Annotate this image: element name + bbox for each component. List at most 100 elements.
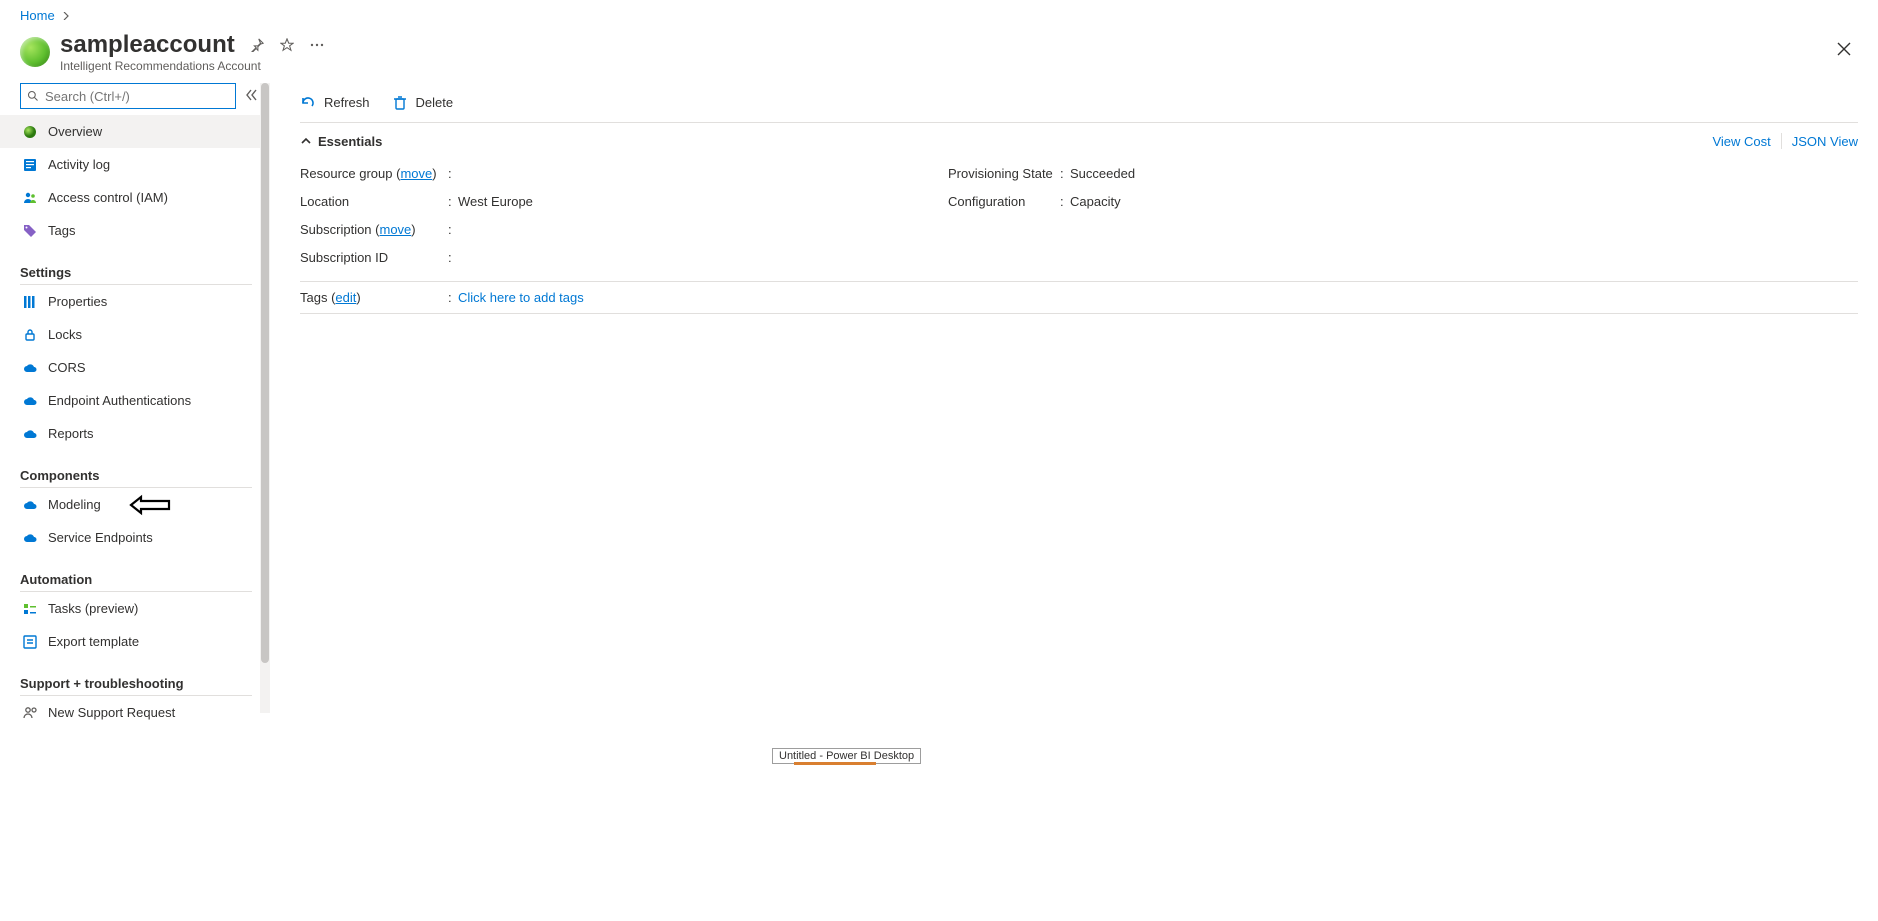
resource-subtitle: Intelligent Recommendations Account xyxy=(60,59,325,73)
add-tags-link[interactable]: Click here to add tags xyxy=(458,290,584,305)
delete-icon xyxy=(392,95,408,111)
sidebar-item-overview[interactable]: Overview xyxy=(0,115,260,148)
sidebar-item-label: Service Endpoints xyxy=(48,530,153,545)
subscription-move-link[interactable]: move xyxy=(380,222,412,237)
close-icon[interactable] xyxy=(1836,41,1854,59)
sidebar-item-label: Properties xyxy=(48,294,107,309)
cloud-icon xyxy=(22,393,38,409)
breadcrumb-separator xyxy=(62,8,70,23)
cloud-icon xyxy=(22,360,38,376)
sidebar-item-new-support-request[interactable]: New Support Request xyxy=(20,696,260,729)
kv-label: Subscription ID xyxy=(300,250,448,265)
breadcrumb: Home xyxy=(0,0,1878,27)
essentials-header: Essentials View Cost JSON View xyxy=(300,123,1858,159)
cloud-icon xyxy=(22,530,38,546)
page-title: sampleaccount xyxy=(60,31,235,59)
sidebar-item-label: Locks xyxy=(48,327,82,342)
sidebar-section-settings: Settings xyxy=(20,255,252,285)
kv-value: Succeeded xyxy=(1070,166,1135,181)
sidebar-item-properties[interactable]: Properties xyxy=(20,285,260,318)
sidebar: Overview Activity log Access control (IA… xyxy=(0,83,260,729)
tags-icon xyxy=(22,223,38,239)
view-cost-link[interactable]: View Cost xyxy=(1712,134,1770,149)
resource-icon xyxy=(20,37,50,67)
kv-subscription: Subscription (move) : xyxy=(300,215,940,243)
command-bar: Refresh Delete xyxy=(300,83,1858,123)
more-icon[interactable] xyxy=(309,37,325,53)
support-icon xyxy=(22,705,38,721)
kv-value: Capacity xyxy=(1070,194,1121,209)
favorite-icon[interactable] xyxy=(279,37,295,53)
export-template-icon xyxy=(22,634,38,650)
resource-group-move-link[interactable]: move xyxy=(400,166,432,181)
kv-tags: Tags (edit) : Click here to add tags xyxy=(300,281,1858,314)
sidebar-item-cors[interactable]: CORS xyxy=(20,351,260,384)
sidebar-item-tasks[interactable]: Tasks (preview) xyxy=(20,592,260,625)
sidebar-item-service-endpoints[interactable]: Service Endpoints xyxy=(20,521,260,554)
arrow-annotation-icon xyxy=(129,493,173,517)
kv-value: West Europe xyxy=(458,194,533,209)
refresh-icon xyxy=(300,95,316,111)
taskbar-accent xyxy=(794,762,876,765)
chevron-up-icon[interactable] xyxy=(300,135,312,147)
scrollbar-thumb[interactable] xyxy=(261,83,269,663)
kv-label: Location xyxy=(300,194,448,209)
search-icon xyxy=(27,90,39,102)
refresh-button[interactable]: Refresh xyxy=(300,95,370,111)
kv-provisioning-state: Provisioning State : Succeeded xyxy=(948,159,1858,187)
sidebar-scrollbar[interactable] xyxy=(260,83,270,713)
kv-label: Provisioning State xyxy=(948,166,1060,181)
cmd-label: Refresh xyxy=(324,95,370,110)
sidebar-search[interactable] xyxy=(20,83,236,109)
cloud-icon xyxy=(22,497,38,513)
resource-header: sampleaccount Intelligent Recommendation… xyxy=(0,27,1878,83)
kv-label: Tags xyxy=(300,290,327,305)
json-view-link[interactable]: JSON View xyxy=(1792,134,1858,149)
collapse-sidebar-icon[interactable] xyxy=(244,88,260,104)
sidebar-item-locks[interactable]: Locks xyxy=(20,318,260,351)
sidebar-item-label: Activity log xyxy=(48,157,110,172)
cloud-icon xyxy=(22,426,38,442)
sidebar-section-support: Support + troubleshooting xyxy=(20,666,252,696)
sidebar-item-tags[interactable]: Tags xyxy=(20,214,260,247)
sidebar-item-label: Modeling xyxy=(48,497,101,512)
cmd-label: Delete xyxy=(416,95,454,110)
sidebar-item-activity-log[interactable]: Activity log xyxy=(20,148,260,181)
kv-label: Configuration xyxy=(948,194,1060,209)
kv-label: Resource group xyxy=(300,166,393,181)
sidebar-item-access-control[interactable]: Access control (IAM) xyxy=(20,181,260,214)
breadcrumb-home[interactable]: Home xyxy=(20,8,55,23)
essentials-label: Essentials xyxy=(318,134,382,149)
sidebar-item-label: Overview xyxy=(48,124,102,139)
sidebar-item-label: Export template xyxy=(48,634,139,649)
sidebar-item-label: CORS xyxy=(48,360,86,375)
kv-location: Location : West Europe xyxy=(300,187,940,215)
sidebar-section-components: Components xyxy=(20,458,252,488)
tags-edit-link[interactable]: edit xyxy=(335,290,356,305)
essentials-grid: Resource group (move) : Location : West … xyxy=(300,159,1858,281)
pin-icon[interactable] xyxy=(249,37,265,53)
sidebar-item-modeling[interactable]: Modeling xyxy=(20,488,260,521)
sidebar-section-automation: Automation xyxy=(20,562,252,592)
sidebar-item-label: Reports xyxy=(48,426,94,441)
sidebar-item-label: Tasks (preview) xyxy=(48,601,138,616)
kv-subscription-id: Subscription ID : xyxy=(300,243,940,271)
sidebar-item-reports[interactable]: Reports xyxy=(20,417,260,450)
main-content: Refresh Delete Essentials View Cost JSON… xyxy=(260,83,1878,729)
sidebar-item-export-template[interactable]: Export template xyxy=(20,625,260,658)
lock-icon xyxy=(22,327,38,343)
kv-configuration: Configuration : Capacity xyxy=(948,187,1858,215)
sidebar-item-label: Access control (IAM) xyxy=(48,190,168,205)
properties-icon xyxy=(22,294,38,310)
kv-label: Subscription xyxy=(300,222,372,237)
search-input[interactable] xyxy=(43,88,229,105)
divider xyxy=(1781,133,1782,149)
overview-icon xyxy=(22,124,38,140)
delete-button[interactable]: Delete xyxy=(392,95,454,111)
activity-log-icon xyxy=(22,157,38,173)
tasks-icon xyxy=(22,601,38,617)
sidebar-item-label: New Support Request xyxy=(48,705,175,720)
sidebar-item-endpoint-auth[interactable]: Endpoint Authentications xyxy=(20,384,260,417)
kv-resource-group: Resource group (move) : xyxy=(300,159,940,187)
sidebar-item-label: Tags xyxy=(48,223,75,238)
